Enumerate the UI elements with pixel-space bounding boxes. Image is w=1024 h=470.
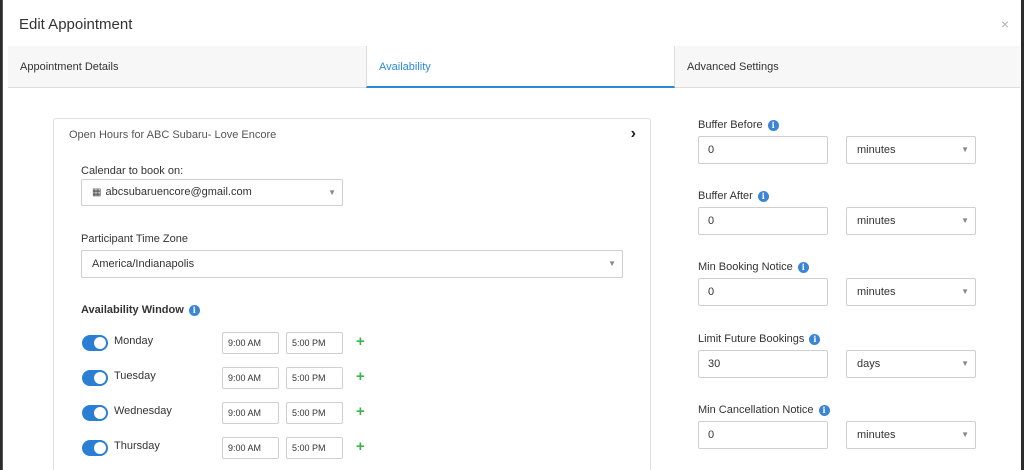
start-time-input[interactable]: 9:00 AM bbox=[222, 332, 279, 354]
open-hours-title: Open Hours for ABC Subaru- Love Encore bbox=[69, 129, 277, 141]
toggle-knob bbox=[94, 442, 106, 454]
unit-value: minutes bbox=[857, 144, 896, 156]
chevron-right-icon[interactable]: › bbox=[631, 125, 636, 143]
toggle-knob bbox=[94, 407, 106, 419]
end-time-input[interactable]: 5:00 PM bbox=[286, 332, 343, 354]
limit-future-bookings-input[interactable]: 30 bbox=[698, 350, 828, 378]
monday-toggle[interactable] bbox=[82, 335, 108, 351]
wednesday-toggle[interactable] bbox=[82, 405, 108, 421]
info-icon[interactable]: i bbox=[809, 334, 821, 345]
caret-down-icon: ▼ bbox=[961, 145, 969, 154]
availability-window-text: Availability Window bbox=[81, 304, 184, 316]
buffer-before-text: Buffer Before bbox=[698, 119, 763, 131]
unit-value: minutes bbox=[857, 215, 896, 227]
day-name: Tuesday bbox=[114, 370, 156, 382]
toggle-knob bbox=[94, 372, 106, 384]
calendar-value: abcsubaruencore@gmail.com bbox=[105, 186, 252, 198]
min-cancellation-notice-label: Min Cancellation Notice i bbox=[698, 404, 830, 416]
tuesday-toggle[interactable] bbox=[82, 370, 108, 386]
add-time-icon[interactable]: + bbox=[356, 368, 365, 385]
info-icon[interactable]: i bbox=[767, 120, 779, 131]
info-icon[interactable]: i bbox=[797, 262, 809, 273]
toggle-knob bbox=[94, 337, 106, 349]
limit-future-bookings-text: Limit Future Bookings bbox=[698, 333, 805, 345]
edit-appointment-dialog: Edit Appointment × Appointment Details A… bbox=[2, 0, 1021, 470]
min-cancellation-notice-input[interactable]: 0 bbox=[698, 421, 828, 449]
dialog-title: Edit Appointment bbox=[19, 16, 133, 33]
min-booking-notice-text: Min Booking Notice bbox=[698, 261, 793, 273]
open-hours-panel: Open Hours for ABC Subaru- Love Encore ›… bbox=[53, 118, 651, 470]
add-time-icon[interactable]: + bbox=[356, 438, 365, 455]
calendar-select[interactable]: ▦ abcsubaruencore@gmail.com ▼ bbox=[81, 179, 343, 206]
add-time-icon[interactable]: + bbox=[356, 403, 365, 420]
dialog-header: Edit Appointment × bbox=[3, 0, 1021, 46]
info-icon[interactable]: i bbox=[188, 305, 200, 316]
timezone-select[interactable]: America/Indianapolis ▼ bbox=[81, 250, 623, 278]
min-booking-notice-label: Min Booking Notice i bbox=[698, 261, 809, 273]
unit-value: minutes bbox=[857, 286, 896, 298]
limit-future-bookings-unit-select[interactable]: days ▼ bbox=[846, 350, 976, 378]
end-time-input[interactable]: 5:00 PM bbox=[286, 367, 343, 389]
day-row-thursday: Thursday 9:00 AM 5:00 PM + bbox=[82, 437, 382, 461]
availability-window-label: Availability Window i bbox=[81, 304, 200, 316]
tab-availability[interactable]: Availability bbox=[366, 46, 675, 88]
buffer-after-input[interactable]: 0 bbox=[698, 207, 828, 235]
calendar-icon: ▦ bbox=[92, 187, 102, 198]
caret-down-icon: ▼ bbox=[961, 359, 969, 368]
caret-down-icon: ▼ bbox=[328, 188, 336, 197]
buffer-before-unit-select[interactable]: minutes ▼ bbox=[846, 136, 976, 164]
min-cancellation-notice-unit-select[interactable]: minutes ▼ bbox=[846, 421, 976, 449]
unit-value: days bbox=[857, 358, 881, 370]
min-booking-notice-input[interactable]: 0 bbox=[698, 278, 828, 306]
day-row-tuesday: Tuesday 9:00 AM 5:00 PM + bbox=[82, 367, 382, 391]
caret-down-icon: ▼ bbox=[961, 430, 969, 439]
day-name: Monday bbox=[114, 335, 154, 347]
timezone-label: Participant Time Zone bbox=[81, 233, 188, 245]
start-time-input[interactable]: 9:00 AM bbox=[222, 402, 279, 424]
end-time-input[interactable]: 5:00 PM bbox=[286, 437, 343, 459]
calendar-label: Calendar to book on: bbox=[81, 165, 184, 177]
close-icon[interactable]: × bbox=[1001, 16, 1009, 32]
unit-value: minutes bbox=[857, 429, 896, 441]
min-booking-notice-unit-select[interactable]: minutes ▼ bbox=[846, 278, 976, 306]
start-time-input[interactable]: 9:00 AM bbox=[222, 367, 279, 389]
timezone-value: America/Indianapolis bbox=[92, 258, 195, 270]
tab-advanced-settings[interactable]: Advanced Settings bbox=[675, 46, 1020, 88]
min-cancellation-notice-text: Min Cancellation Notice bbox=[698, 404, 814, 416]
buffer-after-text: Buffer After bbox=[698, 190, 753, 202]
start-time-input[interactable]: 9:00 AM bbox=[222, 437, 279, 459]
day-name: Wednesday bbox=[114, 405, 172, 417]
tab-appointment-details[interactable]: Appointment Details bbox=[8, 46, 366, 88]
buffer-after-label: Buffer After i bbox=[698, 190, 769, 202]
caret-down-icon: ▼ bbox=[961, 216, 969, 225]
day-row-monday: Monday 9:00 AM 5:00 PM + bbox=[82, 332, 382, 356]
end-time-input[interactable]: 5:00 PM bbox=[286, 402, 343, 424]
buffer-after-unit-select[interactable]: minutes ▼ bbox=[846, 207, 976, 235]
info-icon[interactable]: i bbox=[757, 191, 769, 202]
day-name: Thursday bbox=[114, 440, 160, 452]
limit-future-bookings-label: Limit Future Bookings i bbox=[698, 333, 821, 345]
tab-bar: Appointment Details Availability Advance… bbox=[8, 46, 1020, 88]
add-time-icon[interactable]: + bbox=[356, 333, 365, 350]
caret-down-icon: ▼ bbox=[961, 287, 969, 296]
thursday-toggle[interactable] bbox=[82, 440, 108, 456]
caret-down-icon: ▼ bbox=[608, 259, 616, 268]
buffer-before-input[interactable]: 0 bbox=[698, 136, 828, 164]
info-icon[interactable]: i bbox=[818, 405, 830, 416]
buffer-before-label: Buffer Before i bbox=[698, 119, 779, 131]
day-row-wednesday: Wednesday 9:00 AM 5:00 PM + bbox=[82, 402, 382, 426]
